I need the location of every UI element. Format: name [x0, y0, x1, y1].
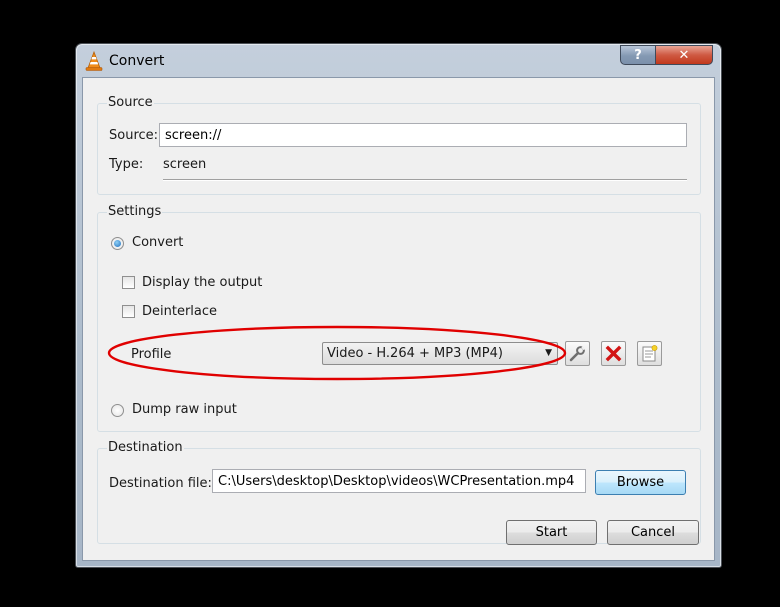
radio-selected-dot — [114, 240, 121, 247]
source-group-title: Source — [107, 95, 154, 110]
deinterlace-checkbox[interactable] — [122, 305, 135, 318]
new-document-icon — [642, 345, 658, 362]
dump-raw-label: Dump raw input — [132, 402, 237, 417]
dump-raw-radio[interactable] — [111, 404, 124, 417]
close-button[interactable]: ✕ — [655, 45, 713, 65]
profile-highlight-ellipse — [107, 325, 567, 381]
type-value: screen — [163, 157, 207, 172]
new-profile-button[interactable] — [637, 341, 662, 366]
cancel-button[interactable]: Cancel — [607, 520, 699, 545]
type-divider — [163, 179, 687, 181]
title-bar[interactable]: Convert ? ✕ — [76, 44, 721, 77]
vlc-cone-icon — [85, 51, 103, 71]
convert-radio[interactable] — [111, 237, 124, 250]
help-button[interactable]: ? — [620, 45, 656, 65]
deinterlace-label: Deinterlace — [142, 304, 218, 319]
convert-dialog: Convert ? ✕ Source Source: Type: screen … — [75, 43, 722, 568]
start-button[interactable]: Start — [506, 520, 597, 545]
destination-file-input[interactable] — [212, 469, 586, 493]
type-label: Type: — [109, 157, 144, 172]
delete-profile-button[interactable] — [601, 341, 626, 366]
settings-group — [97, 212, 701, 432]
source-group — [97, 103, 701, 195]
source-label: Source: — [109, 128, 159, 143]
dialog-body: Source Source: Type: screen Settings Con… — [82, 77, 715, 561]
source-input[interactable] — [159, 123, 687, 147]
destination-file-label: Destination file: — [109, 476, 212, 491]
red-x-icon — [605, 345, 622, 362]
settings-group-title: Settings — [107, 204, 163, 219]
convert-label: Convert — [132, 235, 184, 250]
display-output-label: Display the output — [142, 275, 263, 290]
destination-group-title: Destination — [107, 440, 184, 455]
close-icon: ✕ — [678, 48, 690, 63]
window-title: Convert — [109, 53, 165, 69]
display-output-checkbox[interactable] — [122, 276, 135, 289]
browse-button[interactable]: Browse — [595, 470, 686, 495]
